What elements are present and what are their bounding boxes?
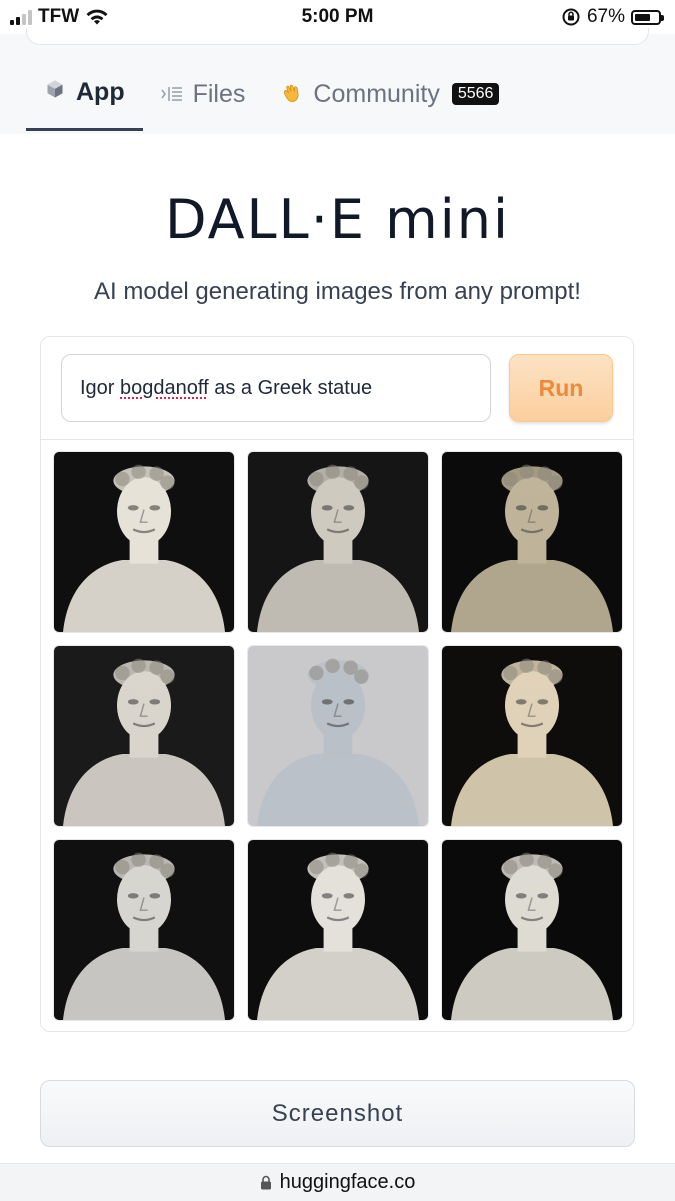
result-image[interactable] bbox=[247, 839, 429, 1021]
statue-image bbox=[248, 452, 428, 632]
community-count-badge: 5566 bbox=[451, 83, 500, 105]
statue-image bbox=[54, 840, 234, 1020]
statue-image bbox=[442, 646, 622, 826]
url-bar[interactable]: huggingface.co bbox=[0, 1163, 675, 1201]
statue-image bbox=[248, 840, 428, 1020]
prompt-text-suffix: as a Greek statue bbox=[208, 376, 373, 399]
space-tabs: App Files Community 5566 bbox=[26, 72, 517, 131]
prompt-input[interactable]: Igor bogdanoff as a Greek statue bbox=[61, 354, 491, 422]
result-image[interactable] bbox=[247, 451, 429, 633]
battery-fill bbox=[635, 13, 650, 21]
tab-files[interactable]: Files bbox=[143, 72, 264, 116]
orientation-lock-icon bbox=[562, 8, 580, 26]
statue-image bbox=[442, 452, 622, 632]
tab-files-label: Files bbox=[192, 79, 246, 108]
statue-image bbox=[54, 646, 234, 826]
screenshot-button[interactable]: Screenshot bbox=[40, 1080, 635, 1147]
tab-community-label: Community bbox=[313, 79, 440, 108]
prompt-text-prefix: Igor bbox=[80, 376, 121, 399]
tab-app-label: App bbox=[76, 78, 125, 106]
statue-image bbox=[248, 646, 428, 826]
tab-app[interactable]: App bbox=[26, 72, 143, 131]
page-subtitle: AI model generating images from any prom… bbox=[94, 278, 581, 305]
tab-community[interactable]: Community 5566 bbox=[263, 72, 517, 116]
result-image[interactable] bbox=[53, 451, 235, 633]
result-image[interactable] bbox=[441, 451, 623, 633]
result-image[interactable] bbox=[53, 839, 235, 1021]
card-divider bbox=[41, 439, 633, 440]
battery-icon bbox=[631, 9, 664, 25]
lock-icon bbox=[260, 1175, 271, 1190]
header-search-pill[interactable] bbox=[26, 28, 649, 45]
statue-image bbox=[54, 452, 234, 632]
page-title: DALL·E mini bbox=[164, 188, 511, 251]
result-image[interactable] bbox=[441, 645, 623, 827]
prompt-text-misspelled: bogdanoff bbox=[120, 376, 209, 399]
run-button[interactable]: Run bbox=[509, 354, 613, 422]
statue-image bbox=[442, 840, 622, 1020]
status-right: 67% bbox=[561, 6, 664, 28]
result-image[interactable] bbox=[247, 645, 429, 827]
space-header: App Files Community 5566 bbox=[0, 28, 675, 134]
result-image[interactable] bbox=[53, 645, 235, 827]
url-domain: huggingface.co bbox=[279, 1171, 416, 1193]
battery-percentage: 67% bbox=[586, 6, 625, 27]
cube-icon bbox=[44, 78, 66, 100]
result-image[interactable] bbox=[441, 839, 623, 1021]
prompt-row: Igor bogdanoff as a Greek statue Run bbox=[61, 354, 613, 422]
wave-hand-icon bbox=[281, 83, 303, 105]
files-icon bbox=[160, 83, 183, 105]
generator-card: Igor bogdanoff as a Greek statue Run bbox=[40, 336, 634, 1032]
